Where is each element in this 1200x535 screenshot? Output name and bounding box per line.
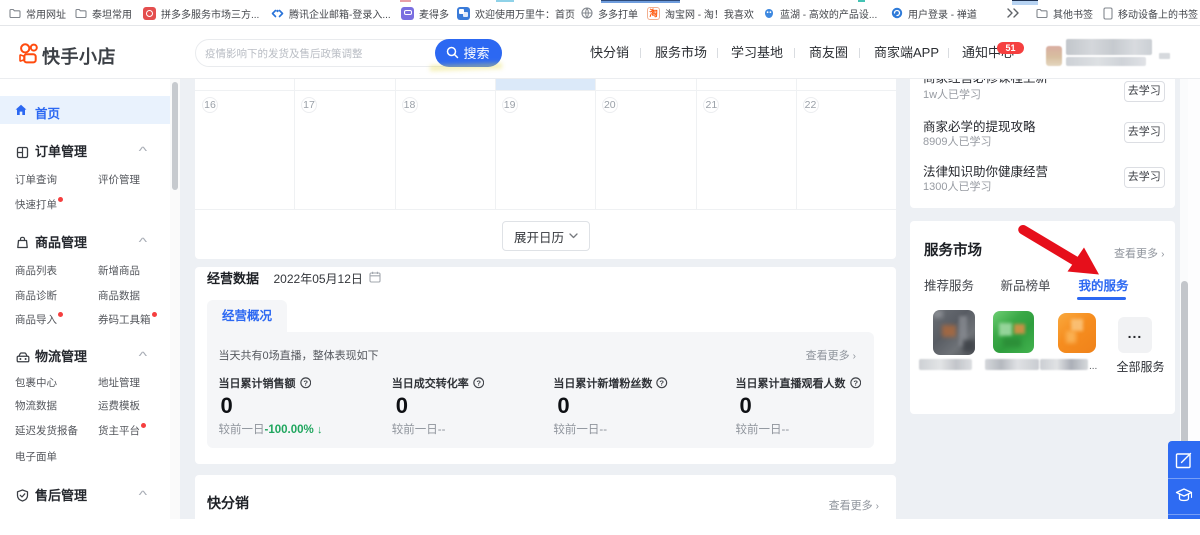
- svg-text:?: ?: [476, 379, 481, 388]
- svg-text:?: ?: [853, 379, 858, 388]
- svg-text:?: ?: [303, 379, 308, 388]
- svg-text:?: ?: [660, 379, 665, 388]
